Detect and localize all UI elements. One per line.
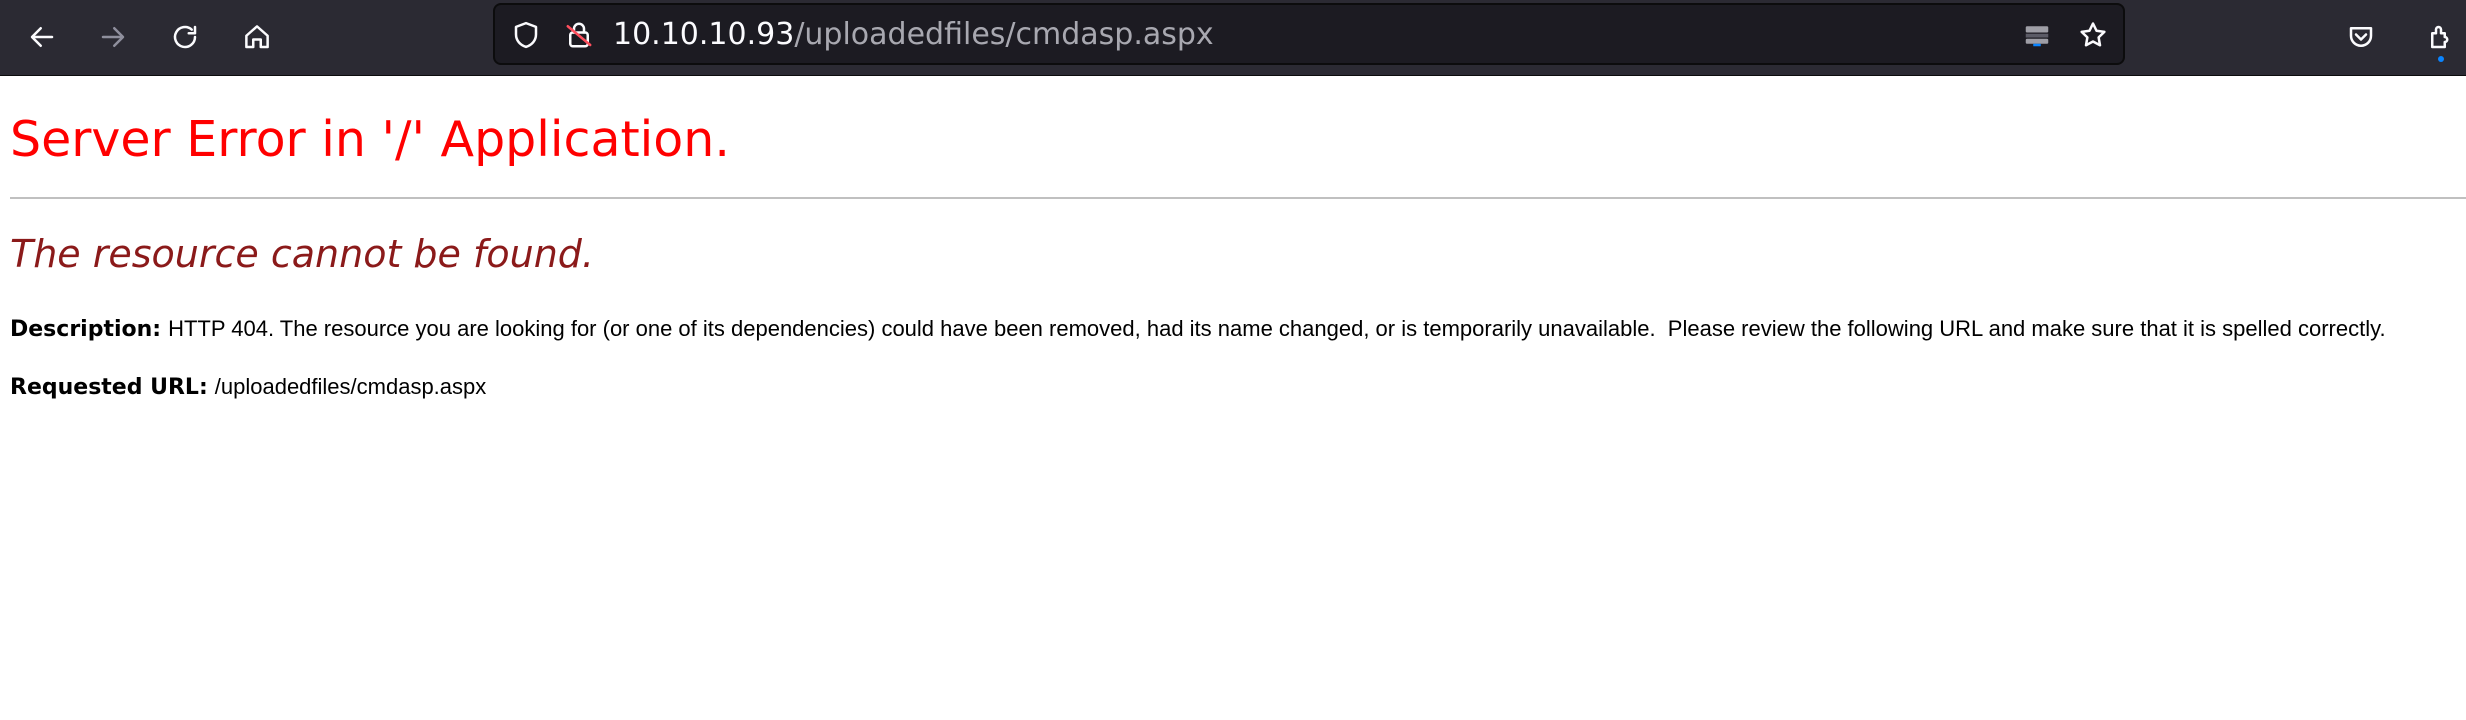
back-arrow-icon xyxy=(30,27,54,47)
reload-icon xyxy=(173,25,197,49)
divider xyxy=(10,197,2466,199)
home-button[interactable] xyxy=(232,12,282,62)
requested-url-line: Requested URL: /uploadedfiles/cmdasp.asp… xyxy=(10,374,486,401)
forward-arrow-icon xyxy=(101,27,125,47)
url-text[interactable]: 10.10.10.93/uploadedfiles/cmdasp.aspx xyxy=(613,18,1214,52)
forward-button[interactable] xyxy=(88,12,138,62)
description-label: Description: xyxy=(10,317,162,342)
requested-url-label: Requested URL: xyxy=(10,375,208,400)
bookmark-star-icon xyxy=(2080,22,2106,47)
extensions-button[interactable] xyxy=(2416,12,2466,62)
tracking-protection-button[interactable] xyxy=(510,19,542,51)
home-icon xyxy=(245,25,269,49)
url-path: /uploadedfiles/cmdasp.aspx xyxy=(794,17,1214,52)
page-title: Server Error in '/' Application. xyxy=(10,111,730,168)
reader-view-icon xyxy=(2025,26,2049,47)
extensions-icon xyxy=(2431,25,2449,49)
browser-toolbar: 10.10.10.93/uploadedfiles/cmdasp.aspx xyxy=(0,0,2466,76)
extension-badge-dot xyxy=(2438,56,2444,62)
bookmark-button[interactable] xyxy=(2077,19,2109,51)
insecure-lock-icon xyxy=(566,22,592,48)
requested-url-value: /uploadedfiles/cmdasp.aspx xyxy=(214,374,487,399)
url-host: 10.10.10.93 xyxy=(613,17,795,52)
description-line: Description: HTTP 404. The resource you … xyxy=(10,316,2386,343)
shield-icon xyxy=(514,21,538,49)
description-text: HTTP 404. The resource you are looking f… xyxy=(168,316,2386,341)
address-bar[interactable]: 10.10.10.93/uploadedfiles/cmdasp.aspx xyxy=(493,3,2125,65)
reader-view-button[interactable] xyxy=(2021,19,2053,51)
back-button[interactable] xyxy=(17,12,67,62)
site-security-button[interactable] xyxy=(563,19,595,51)
pocket-icon xyxy=(2349,27,2373,47)
error-subtitle: The resource cannot be found. xyxy=(10,232,595,276)
pocket-button[interactable] xyxy=(2336,12,2386,62)
reload-button[interactable] xyxy=(160,12,210,62)
